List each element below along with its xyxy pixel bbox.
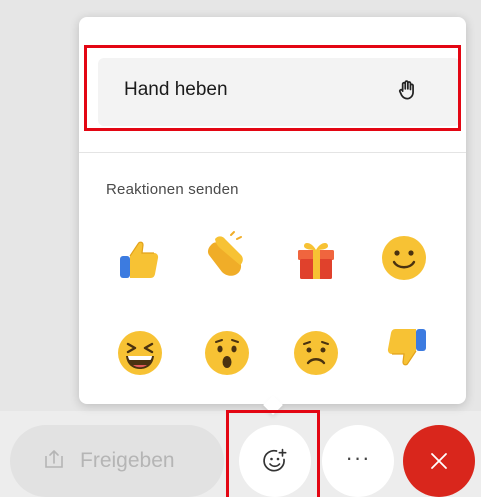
more-dots-icon: ··· <box>345 445 371 470</box>
share-upload-icon <box>45 450 63 468</box>
laughing-face-icon <box>118 331 162 375</box>
smiley-icon <box>382 236 426 280</box>
share-label: Freigeben <box>80 449 175 472</box>
raise-hand-button[interactable]: Hand heben <box>98 58 460 126</box>
thumbs-down-icon <box>387 329 426 366</box>
share-button[interactable]: Freigeben <box>10 425 224 497</box>
thumbs-up-icon <box>120 241 159 278</box>
close-icon <box>431 453 447 469</box>
thumbs-down-button[interactable] <box>380 323 432 375</box>
thumbs-up-button[interactable] <box>114 232 166 284</box>
clapping-hands-button[interactable] <box>201 229 253 281</box>
sad-face-button[interactable] <box>290 327 342 379</box>
clapping-hands-icon <box>207 231 243 276</box>
gift-icon <box>298 242 334 279</box>
laughing-face-button[interactable] <box>114 327 166 379</box>
surprised-face-button[interactable] <box>201 327 253 379</box>
surprised-face-icon <box>205 331 249 375</box>
sad-face-icon <box>294 331 338 375</box>
reactions-button[interactable] <box>239 425 311 497</box>
raise-hand-icon <box>398 80 414 100</box>
smiley-button[interactable] <box>378 232 430 284</box>
more-options-button[interactable]: ··· <box>322 425 394 497</box>
emoji-add-icon <box>263 448 287 472</box>
leave-call-button[interactable] <box>403 425 475 497</box>
raise-hand-label: Hand heben <box>124 79 228 100</box>
gift-button[interactable] <box>290 232 342 284</box>
reactions-section-title: Reaktionen senden <box>106 181 239 198</box>
popup-divider <box>79 152 466 153</box>
